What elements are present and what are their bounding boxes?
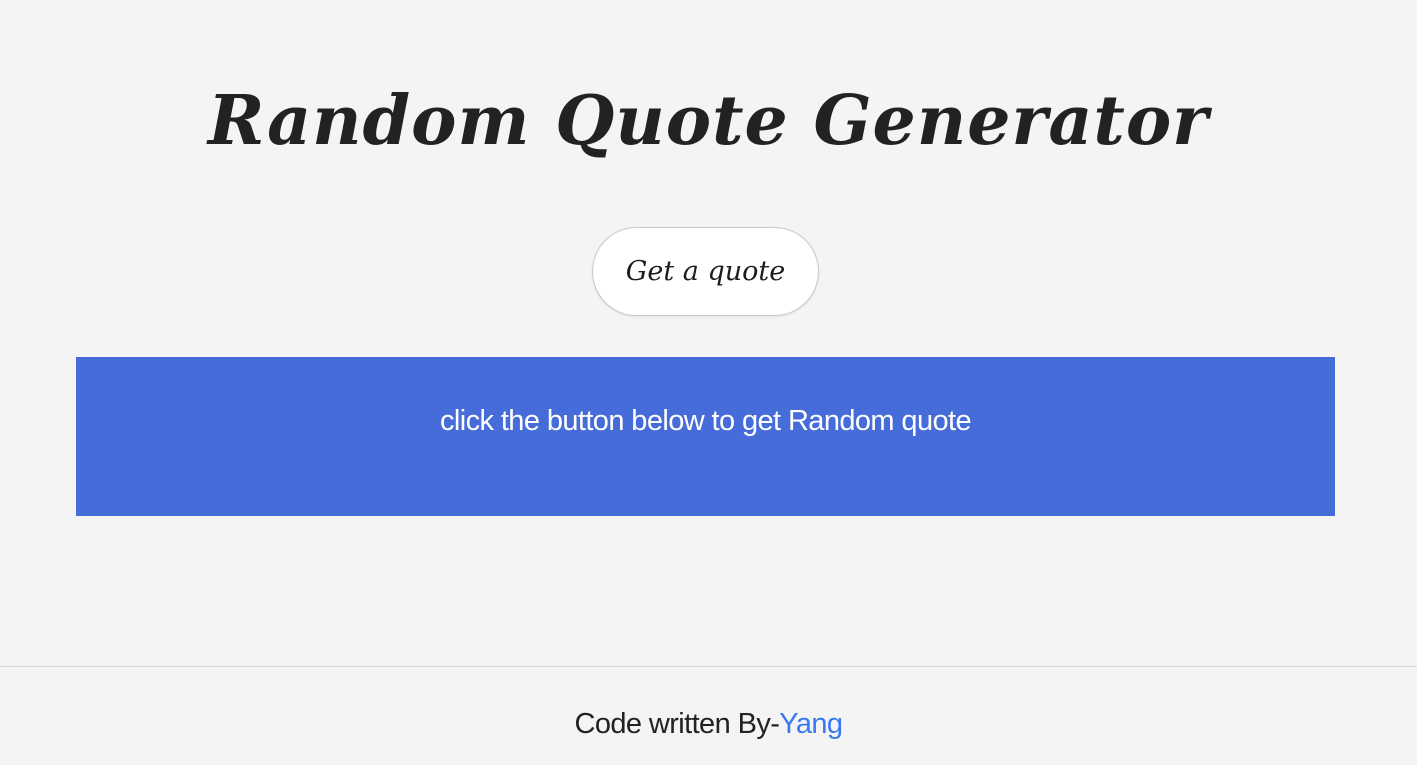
author-link[interactable]: Yang — [779, 708, 843, 740]
page-title: Random Quote Generator — [208, 81, 1209, 161]
quote-text: click the button below to get Random quo… — [440, 405, 972, 437]
footer: Code written By-Yang — [0, 704, 1417, 744]
footer-divider — [0, 666, 1417, 667]
get-quote-button[interactable]: Get a quote — [592, 227, 819, 316]
footer-credit-text: Code written By- — [574, 708, 780, 740]
